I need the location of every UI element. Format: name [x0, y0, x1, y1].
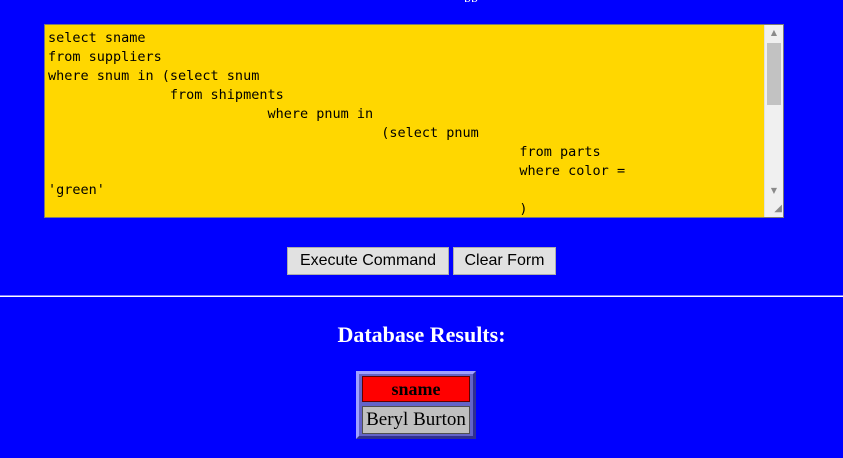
scroll-thumb[interactable]: [767, 43, 781, 105]
table-cell: Beryl Burton: [362, 406, 470, 434]
page: pp select sname from suppliers where snu…: [0, 0, 843, 458]
vertical-scrollbar[interactable]: ▲ ▼: [764, 25, 783, 217]
clear-form-button[interactable]: Clear Form: [453, 247, 556, 275]
column-header-sname: sname: [362, 376, 470, 402]
execute-command-button[interactable]: Execute Command: [287, 247, 449, 275]
sql-query-text[interactable]: select sname from suppliers where snum i…: [48, 29, 763, 217]
sql-query-textarea[interactable]: select sname from suppliers where snum i…: [44, 24, 784, 218]
scroll-down-arrow-icon[interactable]: ▼: [765, 183, 783, 199]
scroll-up-arrow-icon[interactable]: ▲: [765, 25, 783, 41]
form-buttons: Execute Command Clear Form: [0, 247, 843, 275]
page-title-fragment: pp: [464, 0, 478, 2]
resize-grip-icon[interactable]: ◢: [768, 202, 782, 216]
horizontal-divider: [0, 295, 843, 297]
results-heading: Database Results:: [337, 322, 506, 347]
results-table: sname Beryl Burton: [356, 371, 476, 439]
